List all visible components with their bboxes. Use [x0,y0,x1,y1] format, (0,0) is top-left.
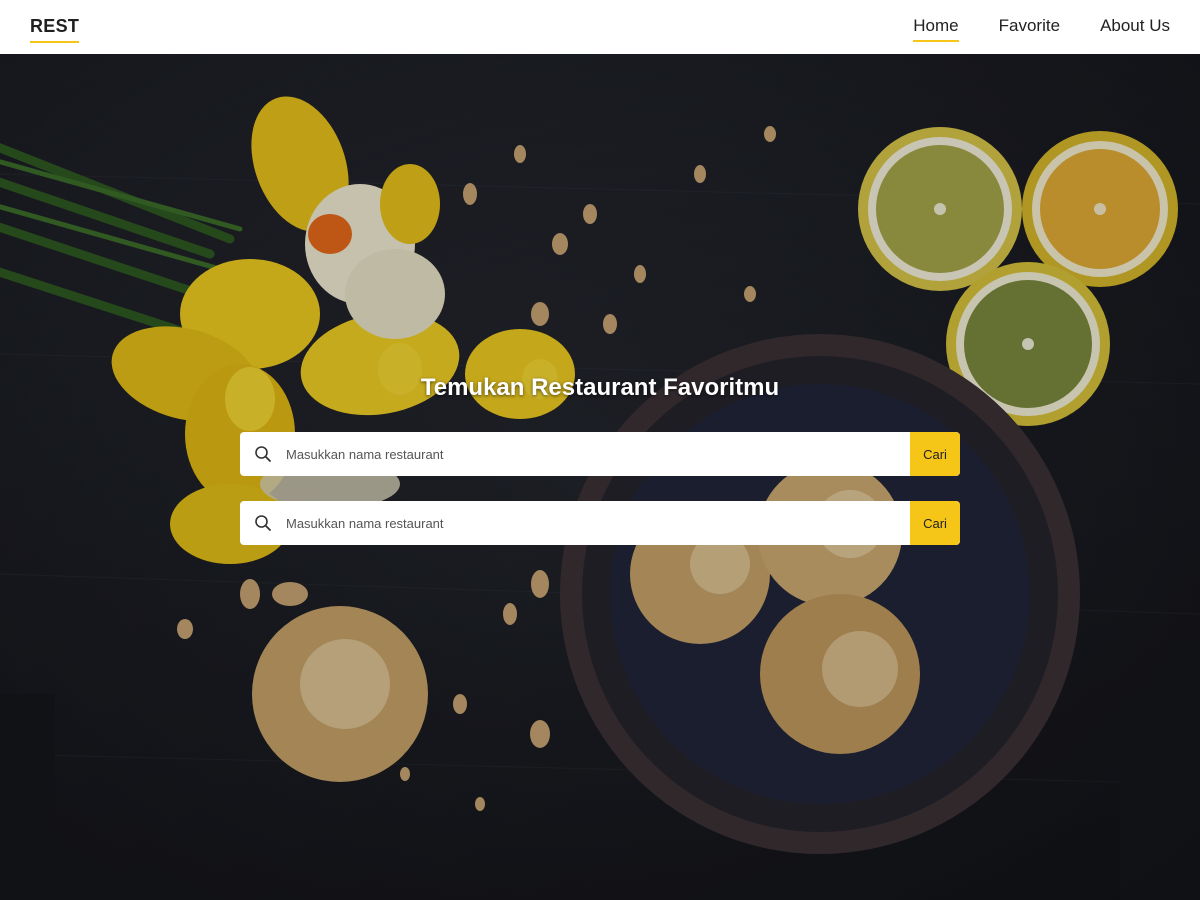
search-button[interactable]: Cari [910,432,960,476]
hero-section: Temukan Restaurant Favoritmu Cari Cari [0,54,1200,900]
search-input-secondary[interactable] [286,501,910,545]
nav-link-home[interactable]: Home [913,16,960,42]
search-icon [240,432,286,476]
search-bar-secondary: Cari [240,501,960,545]
navbar: REST Home Favorite About Us [0,0,1200,54]
search-bar: Cari [240,432,960,476]
search-input[interactable] [286,432,910,476]
nav-link-about-us[interactable]: About Us [1100,16,1170,40]
hero-title: Temukan Restaurant Favoritmu [420,374,780,401]
nav-link-favorite[interactable]: Favorite [999,16,1060,40]
search-icon [240,501,286,545]
hero-overlay [0,54,1200,900]
search-button-secondary[interactable]: Cari [910,501,960,545]
nav-links: Home Favorite About Us [913,15,1170,42]
brand-logo[interactable]: REST [30,16,80,43]
